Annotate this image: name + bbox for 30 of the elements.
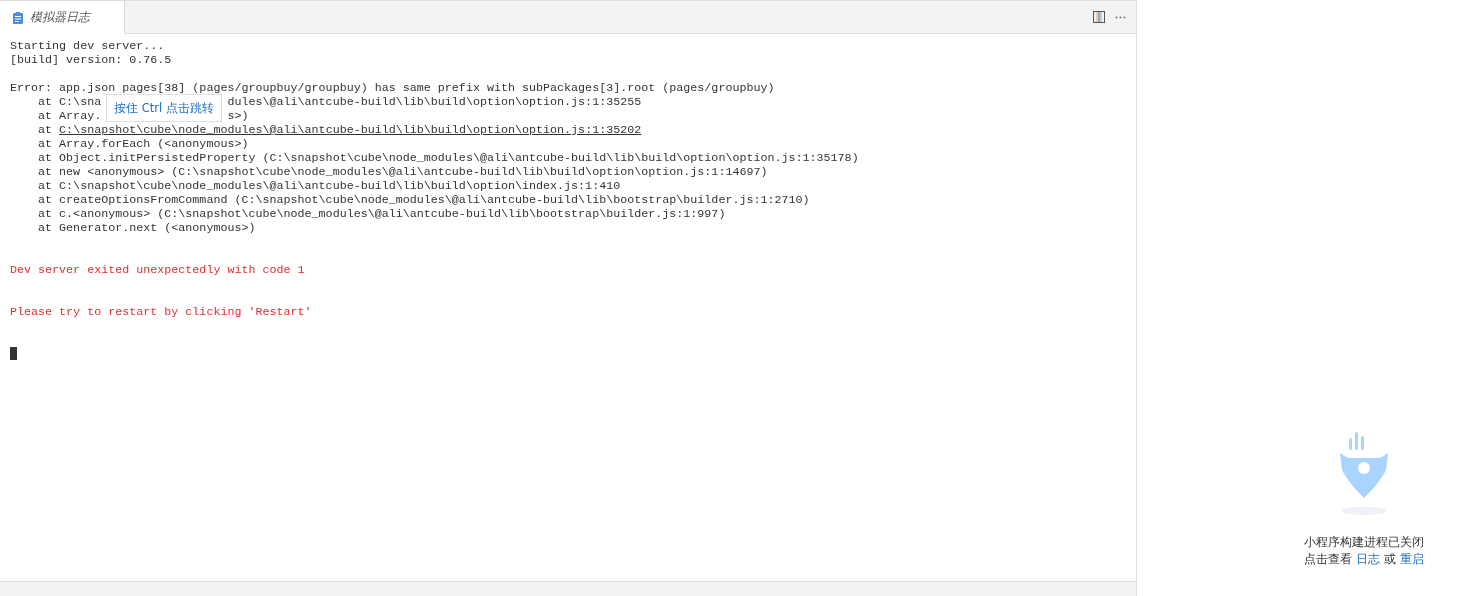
- split-editor-icon[interactable]: [1093, 11, 1105, 23]
- tooltip: 按住 Ctrl 点击跳转: [106, 94, 222, 122]
- editor-tab[interactable]: 模拟器日志: [0, 1, 125, 34]
- error-line: Dev server exited unexpectedly with code 1: [10, 263, 305, 277]
- log-line: at Object.initPersistedProperty (C:\snapshot\cube\node_modules\@ali\antcube-build\lib\build\option\option.js:1:35178): [37, 151, 859, 165]
- log-link[interactable]: 日志: [1356, 551, 1380, 568]
- log-line: dules\@ali\antcube-build\lib\build\option\option.js:1:35255: [227, 95, 642, 109]
- log-line: at: [37, 123, 54, 137]
- log-line: at C:\sna: [37, 95, 102, 109]
- log-line: Starting dev server...: [10, 39, 165, 53]
- error-line: Please try to restart by clicking 'Restart': [10, 305, 312, 319]
- text-cursor: [10, 347, 17, 361]
- more-icon[interactable]: [1115, 15, 1126, 19]
- log-line: at C:\snapshot\cube\node_modules\@ali\antcube-build\lib\build\option\index.js:1:410: [37, 179, 621, 193]
- restart-link[interactable]: 重启: [1400, 551, 1424, 568]
- log-line: [build] version: 0.76.5: [10, 53, 172, 67]
- status-text: 点击查看: [1304, 551, 1352, 568]
- log-line: at createOptionsFromCommand (C:\snapshot\cube\node_modules\@ali\antcube-build\lib\bootstrap\builder.js:1:2710): [37, 193, 810, 207]
- log-line: at new <anonymous> (C:\snapshot\cube\node_modules\@ali\antcube-build\lib\build\option\option.js:1:14697): [37, 165, 768, 179]
- rocket-icon: [1340, 432, 1388, 518]
- log-line: Error: app.json pages[38] (pages/groupbuy/groupbuy) has same prefix with subPackages[3].root (pages/groupbuy): [10, 81, 775, 95]
- clipboard-icon: [13, 11, 23, 24]
- status-text: 或: [1384, 551, 1396, 568]
- log-line: at Array.forEach (<anonymous>): [37, 137, 249, 151]
- log-line: s>): [227, 109, 249, 123]
- log-line: at Array.: [37, 109, 102, 123]
- file-link[interactable]: C:\snapshot\cube\node_modules\@ali\antcube-build\lib\build\option\option.js:1:35202: [59, 123, 642, 137]
- log-line: at c.<anonymous> (C:\snapshot\cube\node_modules\@ali\antcube-build\lib\bootstrap\builder.js:1:997): [37, 207, 726, 221]
- status-title: 小程序构建进程已关闭: [1304, 534, 1424, 551]
- log-line: at Generator.next (<anonymous>): [37, 221, 256, 235]
